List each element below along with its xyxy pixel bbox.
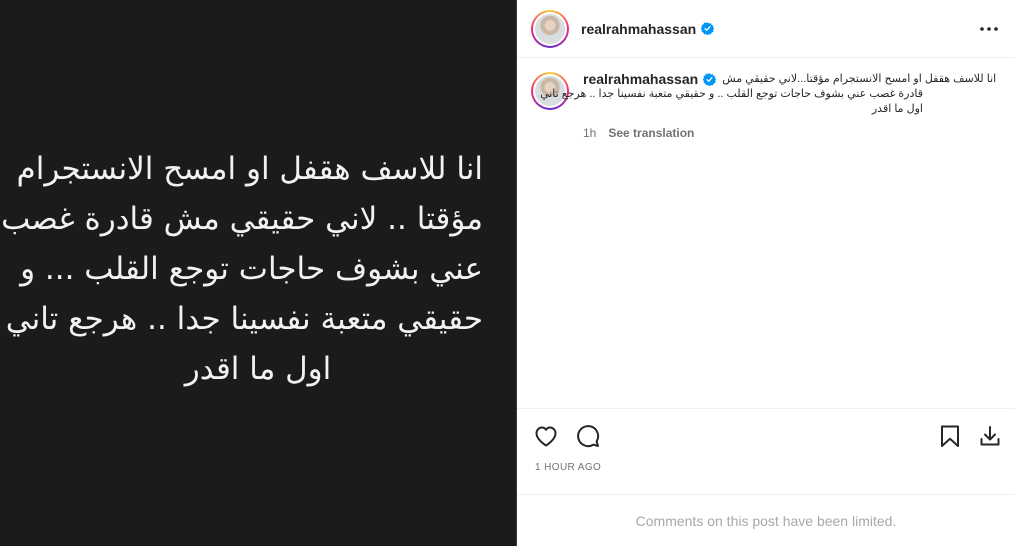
see-translation-button[interactable]: See translation: [608, 126, 694, 141]
username-text: realrahmahassan: [583, 71, 699, 87]
caption-text: قادرة غصب عني بشوف حاجات توجع القلب .. و…: [540, 87, 923, 117]
download-button[interactable]: [977, 423, 1003, 449]
caption-text-line: انا للاسف هقفل او امسح الانستجرام مؤقتا.…: [722, 73, 997, 85]
media-text-line: عني بشوف حاجات توجع القلب ... و: [20, 251, 483, 287]
download-icon: [980, 425, 1000, 445]
save-button[interactable]: [937, 423, 963, 449]
caption-time[interactable]: 1h: [583, 126, 596, 141]
caption-username[interactable]: realrahmahassan: [583, 71, 717, 87]
more-horizontal-icon: [980, 26, 998, 31]
media-text-line: انا للاسف هقفل او امسح الانستجرام: [16, 151, 483, 187]
post-sidebar: realrahmahassan realrahmahassan انا للاس…: [517, 0, 1015, 546]
caption: realrahmahassan انا للاسف هقفل او امسح ا…: [531, 72, 1001, 141]
media-text-line: اول ما اقدر: [184, 351, 332, 387]
media-text-line: مؤقتا .. لاني حقيقي مش قادرة غصب: [1, 201, 483, 237]
caption-meta: 1h See translation: [583, 126, 996, 141]
caption-text-line: قادرة غصب عني بشوف حاجات توجع القلب .. و…: [540, 88, 923, 100]
action-bar-right: [937, 423, 1003, 449]
post-media[interactable]: انا للاسف هقفل او امسح الانستجرام مؤقتا …: [0, 0, 517, 546]
header-username[interactable]: realrahmahassan: [581, 20, 715, 37]
verified-badge-icon: [701, 22, 715, 35]
post-timestamp: 1 HOUR AGO: [535, 462, 602, 473]
verified-badge-icon: [703, 73, 717, 86]
instagram-post: انا للاسف هقفل او امسح الانستجرام مؤقتا …: [0, 0, 1015, 546]
username-text: realrahmahassan: [581, 20, 697, 37]
comment-button[interactable]: [575, 423, 601, 449]
post-header: realrahmahassan: [517, 0, 1015, 58]
bookmark-icon: [941, 425, 959, 447]
avatar[interactable]: [531, 9, 569, 48]
like-button[interactable]: [533, 423, 559, 449]
action-bar: [517, 408, 1015, 462]
more-options-button[interactable]: [977, 17, 1001, 41]
avatar-image: [533, 11, 567, 46]
heart-icon: [535, 426, 557, 446]
comments-area: realrahmahassan انا للاسف هقفل او امسح ا…: [517, 58, 1015, 408]
media-text: انا للاسف هقفل او امسح الانستجرام مؤقتا …: [1, 144, 483, 394]
media-text-line: حقيقي متعبة نفسينا جدا .. هرجع تاني: [5, 301, 483, 337]
caption-body: realrahmahassan انا للاسف هقفل او امسح ا…: [540, 72, 996, 141]
caption-head: realrahmahassan انا للاسف هقفل او امسح ا…: [583, 72, 996, 87]
caption-text-line: اول ما اقدر: [871, 103, 923, 115]
comment-icon: [577, 424, 600, 447]
comments-limited-notice: Comments on this post have been limited.: [517, 494, 1015, 546]
